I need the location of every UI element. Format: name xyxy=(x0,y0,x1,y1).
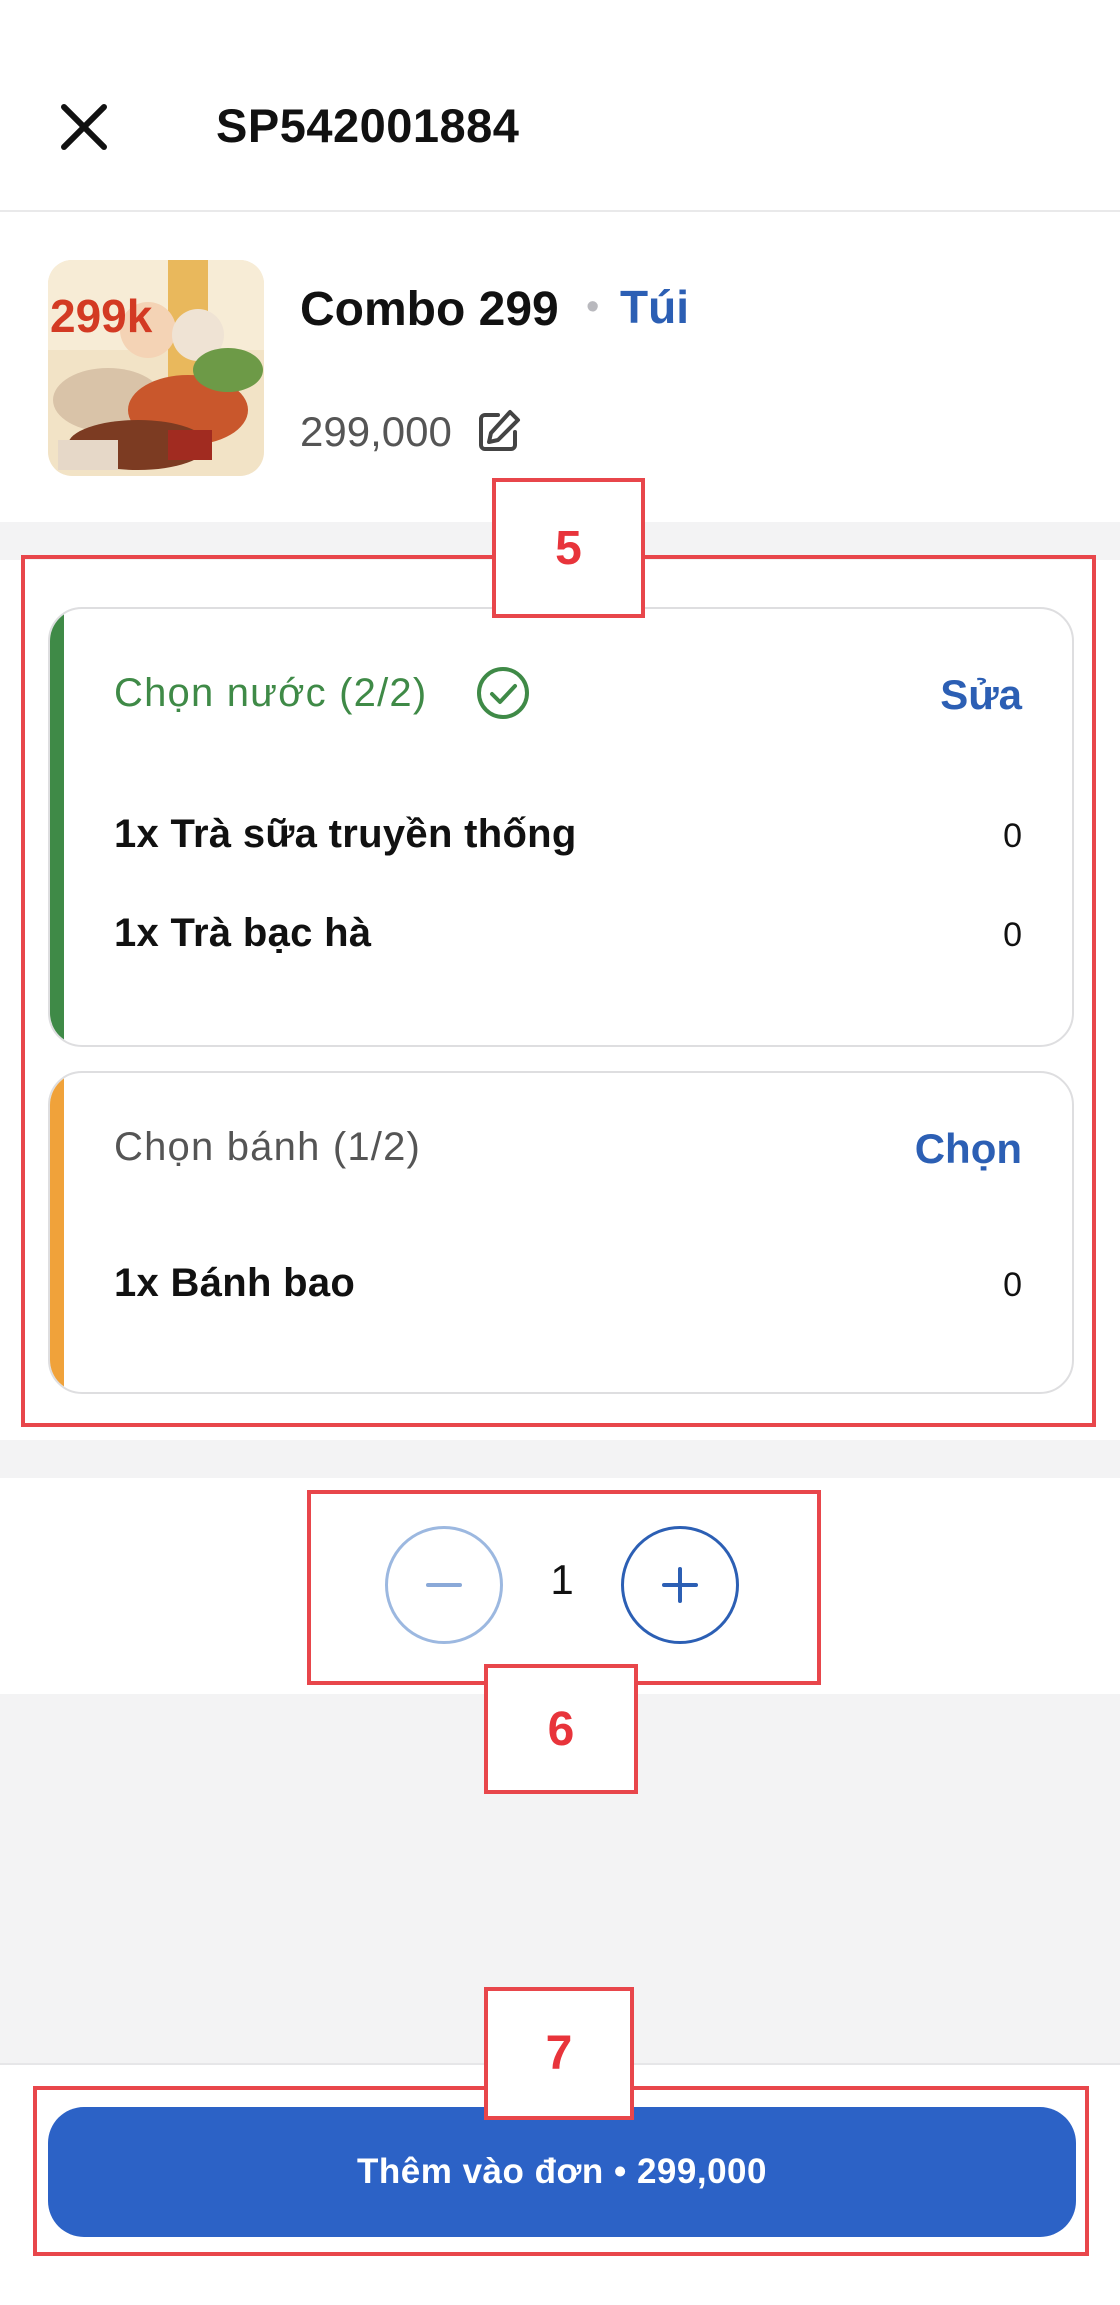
product-name: Combo 299 xyxy=(300,283,559,336)
product-tag: Túi xyxy=(620,281,689,333)
product-image: 299k xyxy=(48,260,264,476)
annotation-label-6: 6 xyxy=(484,1664,638,1794)
separator-dot: • xyxy=(586,286,600,328)
close-icon[interactable] xyxy=(52,95,116,159)
product-image-text: 299k xyxy=(50,290,153,342)
header xyxy=(0,0,1120,212)
annotation-box-5 xyxy=(21,555,1096,1427)
annotation-label-5: 5 xyxy=(492,478,645,618)
close-button[interactable] xyxy=(52,95,116,159)
page-title: SP542001884 xyxy=(216,99,520,152)
section-divider xyxy=(0,1440,1120,1478)
annotation-box-6 xyxy=(307,1490,821,1685)
edit-price-button[interactable] xyxy=(476,408,522,454)
annotation-label-7: 7 xyxy=(484,1987,634,2120)
product-price: 299,000 xyxy=(300,408,452,455)
edit-icon[interactable] xyxy=(476,408,522,454)
